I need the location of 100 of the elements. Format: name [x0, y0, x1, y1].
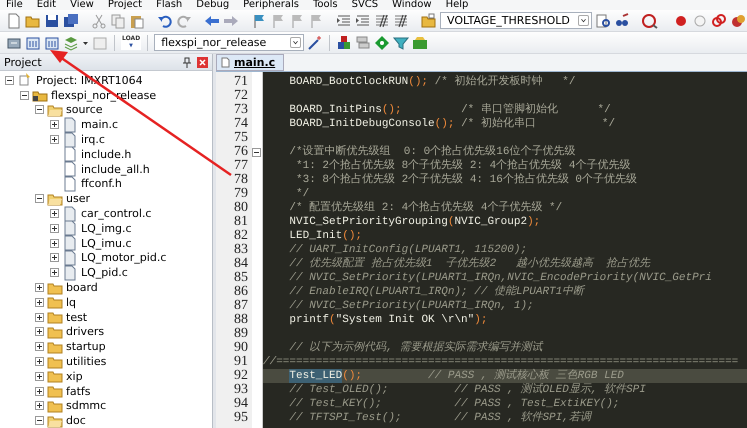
tree-item[interactable]: include.h [81, 148, 132, 161]
expand-toggle[interactable] [35, 386, 44, 396]
blocks-icon[interactable] [336, 34, 352, 50]
tree-item[interactable]: LQ_motor_pid.c [81, 251, 166, 264]
tree-item[interactable]: user [66, 192, 90, 206]
line-number: 90 [233, 341, 249, 355]
expand-toggle[interactable] [50, 224, 59, 233]
debug-icon[interactable] [642, 12, 658, 28]
collapse-toggle[interactable] [20, 90, 29, 100]
save-all-icon[interactable] [63, 12, 79, 28]
expand-toggle[interactable] [50, 268, 59, 278]
tree-item[interactable]: source [66, 103, 103, 116]
line-number: 93 [233, 383, 249, 397]
rings-icon[interactable] [710, 12, 727, 28]
line-number: 88 [233, 313, 249, 327]
collapse-toggle[interactable] [35, 194, 44, 204]
code-comment: // 以下为示例代码, 需要根据实际需求编写并测试 [289, 341, 542, 355]
define-combo[interactable]: VOLTAGE_THRESHOLD [440, 12, 592, 29]
tree-item[interactable]: board [66, 281, 98, 294]
code-text: BOARD_BootClockRUN [289, 75, 408, 89]
outdent-icon[interactable] [355, 12, 371, 28]
tree-item[interactable]: include_all.h [81, 162, 150, 176]
tree-item[interactable]: main.c [81, 118, 118, 132]
collapse-toggle[interactable] [35, 416, 44, 426]
tree-item[interactable]: LQ_img.c [81, 222, 132, 235]
expand-toggle[interactable] [50, 209, 59, 218]
breakpoints-icon[interactable] [730, 12, 746, 28]
magic-wand-icon[interactable] [307, 34, 324, 50]
code-text: LED_Init [289, 229, 342, 243]
code-comment: /* 初始化串口 */ [461, 117, 616, 131]
pin-icon[interactable] [183, 56, 191, 68]
cut-icon[interactable] [91, 12, 107, 28]
tree-item[interactable]: car_control.c [81, 207, 152, 220]
tree-item[interactable]: utilities [66, 355, 106, 368]
find-icon[interactable] [594, 12, 611, 28]
uncomment-icon[interactable] [393, 12, 409, 28]
open-file-icon[interactable] [421, 12, 437, 28]
code-text: NVIC_SetPriorityGrouping [289, 215, 448, 229]
expand-toggle[interactable] [50, 135, 59, 144]
file-tab[interactable]: main.c [216, 54, 284, 71]
tree-item[interactable]: sdmmc [66, 399, 106, 412]
target-combo[interactable]: flexspi_nor_release [154, 34, 304, 51]
file-icon [62, 220, 78, 236]
expand-toggle[interactable] [50, 253, 59, 262]
expand-toggle[interactable] [35, 372, 44, 381]
tree-item[interactable]: lq [66, 296, 76, 309]
code-comment: *1: 2个抢占优先级 8个子优先级 2: 4个抢占优先级 4个子优先级 [296, 159, 630, 173]
tree-item[interactable]: startup [66, 340, 106, 354]
file-icon [221, 57, 230, 68]
line-number: 94 [233, 397, 249, 411]
expand-toggle[interactable] [50, 238, 59, 248]
code-editor[interactable] [216, 72, 747, 428]
rebuild-icon[interactable] [44, 34, 60, 50]
line-number: 75 [233, 131, 249, 145]
copy-icon[interactable] [110, 12, 126, 28]
line-number: 89 [233, 327, 249, 341]
line-number: 82 [233, 229, 249, 243]
code-comment: // TFTSPI_Test(); // PASS , 软件SPI,若调 [289, 411, 591, 425]
diamond-icon[interactable] [374, 34, 390, 50]
collapse-toggle[interactable] [5, 76, 14, 85]
funnel-icon[interactable] [393, 34, 410, 50]
build-icon[interactable] [25, 34, 41, 50]
comment-icon[interactable] [374, 12, 390, 28]
expand-toggle[interactable] [35, 401, 44, 410]
expand-toggle[interactable] [35, 327, 44, 336]
collapse-toggle[interactable] [35, 105, 44, 114]
save-icon[interactable] [44, 12, 60, 28]
packs-icon[interactable] [412, 34, 428, 50]
expand-toggle[interactable] [50, 120, 59, 130]
tree-item[interactable]: drivers [66, 325, 104, 338]
expand-toggle[interactable] [35, 283, 44, 292]
expand-toggle[interactable] [35, 312, 44, 322]
code-comment: // NVIC_SetPriority(LPUART1_IRQn, 1); [289, 299, 534, 313]
expand-toggle[interactable] [35, 357, 44, 366]
code-comment: // Test_KEY(); // PASS , Test_ExtiKEY(); [289, 397, 620, 411]
expand-toggle[interactable] [35, 298, 44, 307]
code-comment: // 优先级配置 抢占优先级1 子优先级2 越小优先级越高 抢占优先 [289, 257, 650, 271]
indent-icon[interactable] [336, 12, 352, 28]
expand-toggle[interactable] [35, 342, 44, 352]
stack-icon[interactable] [355, 34, 372, 50]
tree-item[interactable]: LQ_imu.c [81, 236, 132, 250]
tree-item[interactable]: LQ_pid.c [81, 266, 128, 280]
binoculars-icon[interactable] [614, 12, 630, 28]
tree-item[interactable]: doc [66, 414, 86, 428]
tree-item[interactable]: test [66, 310, 88, 324]
tree-item[interactable]: ffconf.h [81, 177, 122, 190]
code-comment: /* 串口管脚初始化 */ [461, 103, 611, 116]
file-icon [62, 235, 78, 252]
line-number: 79 [233, 187, 249, 201]
fold-toggle[interactable] [252, 148, 261, 156]
file-icon [62, 116, 78, 133]
new-file-icon[interactable] [6, 12, 22, 28]
tree-item[interactable]: fatfs [66, 384, 91, 398]
line-number: 78 [233, 173, 249, 187]
tree-item[interactable]: xip [66, 370, 83, 383]
code-text: (); [382, 103, 402, 117]
file-icon [62, 146, 78, 162]
tree-item[interactable]: irq.c [81, 133, 105, 146]
close-icon[interactable] [197, 56, 208, 68]
code-comment: // UART_InitConfig(LPUART1, 115200); [289, 243, 528, 257]
